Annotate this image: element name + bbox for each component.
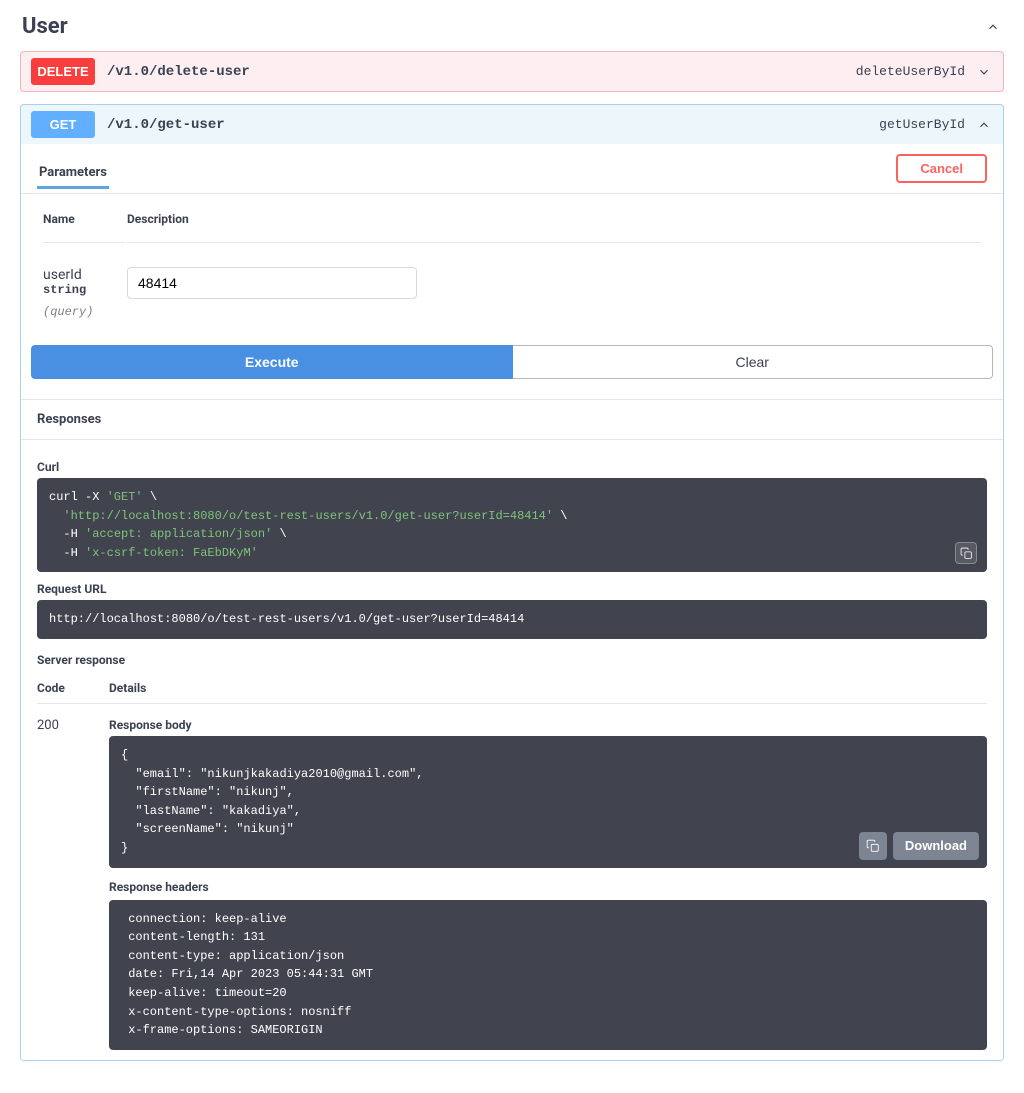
operation-delete-id: deleteUserById (856, 64, 965, 79)
execute-button[interactable]: Execute (31, 345, 513, 379)
response-code: 200 (37, 718, 109, 1050)
response-body-block: { "email": "nikunjkakadiya2010@gmail.com… (109, 736, 987, 868)
parameters-tab[interactable]: Parameters (37, 159, 109, 189)
col-header-description: Description (127, 212, 981, 243)
curl-label: Curl (37, 460, 987, 474)
operation-get-body: Parameters Cancel Name Description us (21, 144, 1003, 1060)
operation-delete: DELETE /v1.0/delete-user deleteUserById (20, 51, 1004, 92)
operation-delete-path: /v1.0/delete-user (107, 64, 856, 80)
operation-get-id: getUserById (879, 117, 965, 132)
operation-delete-summary[interactable]: DELETE /v1.0/delete-user deleteUserById (21, 52, 1003, 91)
copy-icon[interactable] (859, 832, 887, 860)
operation-get: GET /v1.0/get-user getUserById Parameter… (20, 104, 1004, 1061)
cancel-button[interactable]: Cancel (896, 154, 987, 183)
method-badge-delete: DELETE (31, 58, 95, 85)
request-url-label: Request URL (37, 582, 987, 596)
col-header-code: Code (37, 681, 109, 695)
operation-get-path: /v1.0/get-user (107, 117, 879, 133)
col-header-name: Name (43, 212, 125, 243)
parameters-header: Parameters Cancel (21, 144, 1003, 194)
userid-input[interactable] (127, 267, 417, 299)
response-body-label: Response body (109, 718, 987, 732)
curl-block: curl -X 'GET' \ 'http://localhost:8080/o… (37, 478, 987, 572)
operation-get-summary[interactable]: GET /v1.0/get-user getUserById (21, 105, 1003, 144)
response-headers-label: Response headers (109, 880, 987, 894)
col-header-details: Details (109, 681, 146, 695)
copy-icon[interactable] (955, 542, 977, 564)
download-button[interactable]: Download (893, 832, 979, 860)
param-name: userId (43, 267, 125, 283)
request-url-block: http://localhost:8080/o/test-rest-users/… (37, 600, 987, 639)
param-in: (query) (43, 305, 125, 319)
execute-row: Execute Clear (21, 345, 1003, 399)
parameters-body: Name Description userId string (query) (21, 194, 1003, 345)
section-title: User (22, 14, 68, 39)
server-response-label: Server response (37, 653, 987, 667)
responses-header: Responses (21, 399, 1003, 440)
parameter-row: userId string (query) (43, 245, 981, 319)
responses-body: Curl curl -X 'GET' \ 'http://localhost:8… (21, 440, 1003, 667)
clear-button[interactable]: Clear (513, 345, 994, 379)
chevron-down-icon[interactable] (975, 63, 993, 81)
method-badge-get: GET (31, 111, 95, 138)
chevron-up-icon[interactable] (984, 18, 1002, 36)
response-table: Code Details 200 Response body { "email"… (21, 671, 1003, 1060)
section-header[interactable]: User (20, 10, 1004, 51)
chevron-up-icon[interactable] (975, 116, 993, 134)
response-headers-block: connection: keep-alive content-length: 1… (109, 900, 987, 1050)
param-type: string (43, 283, 125, 297)
response-row: 200 Response body { "email": "nikunjkaka… (37, 704, 987, 1050)
